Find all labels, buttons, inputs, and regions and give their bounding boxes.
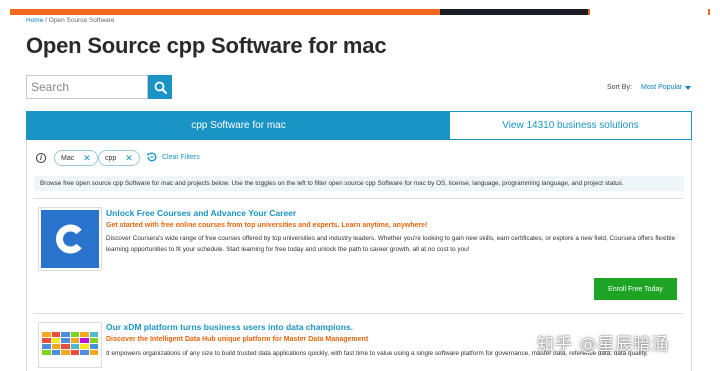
- xdm-dashboard-thumbnail: [42, 332, 98, 355]
- sort-dropdown[interactable]: Most Popular: [641, 84, 692, 91]
- divider: [34, 313, 684, 314]
- breadcrumb-separator: /: [45, 17, 47, 24]
- sort-label: Sort By:: [607, 84, 632, 91]
- sort-value-label: Most Popular: [641, 84, 683, 91]
- filter-chip-mac[interactable]: Mac ✕: [54, 150, 98, 166]
- search-icon: [154, 81, 167, 94]
- filter-chip-label: cpp: [105, 154, 117, 162]
- top-banner-dark-segment: [440, 9, 588, 15]
- search-input[interactable]: [26, 75, 148, 99]
- close-icon[interactable]: ✕: [83, 153, 91, 163]
- ad-body: Discover Coursera's wide range of free c…: [106, 235, 676, 253]
- tab-software[interactable]: cpp Software for mac: [27, 112, 450, 139]
- results-tabs: cpp Software for mac View 14310 business…: [26, 111, 692, 140]
- top-banner-white-segment: [590, 9, 708, 15]
- breadcrumb-home-link[interactable]: Home: [26, 17, 43, 24]
- xdm-logo[interactable]: [38, 322, 102, 368]
- watermark: 知乎 @星辰暗涌: [537, 335, 670, 355]
- ad-title[interactable]: Our xDM platform turns business users in…: [106, 322, 353, 332]
- breadcrumb-current: Open Source Software: [48, 17, 115, 24]
- ad-subtitle: Get started with free online courses fro…: [106, 222, 428, 229]
- chevron-down-icon: [685, 85, 692, 90]
- search-button[interactable]: [148, 75, 172, 99]
- enroll-free-button[interactable]: Enroll Free Today: [594, 278, 677, 300]
- coursera-logo-mark: [41, 210, 99, 268]
- clear-filters-button[interactable]: Clear Filters: [146, 151, 200, 163]
- breadcrumb: Home / Open Source Software: [26, 17, 115, 24]
- info-icon[interactable]: i: [36, 153, 46, 163]
- divider: [34, 198, 684, 199]
- filter-chip-cpp[interactable]: cpp ✕: [98, 150, 140, 166]
- filter-chip-label: Mac: [61, 154, 75, 162]
- results-description: Browse free open source cpp Software for…: [34, 176, 684, 191]
- tab-business-solutions[interactable]: View 14310 business solutions: [450, 112, 691, 139]
- coursera-c-icon: [56, 224, 82, 254]
- clear-filters-label: Clear Filters: [162, 153, 200, 161]
- reset-icon: [147, 152, 157, 162]
- coursera-logo[interactable]: [38, 207, 102, 271]
- ad-title[interactable]: Unlock Free Courses and Advance Your Car…: [106, 208, 296, 218]
- close-icon[interactable]: ✕: [125, 153, 133, 163]
- page-title: Open Source cpp Software for mac: [26, 33, 387, 58]
- ad-subtitle: Discover the Intelligent Data Hub unique…: [106, 336, 369, 343]
